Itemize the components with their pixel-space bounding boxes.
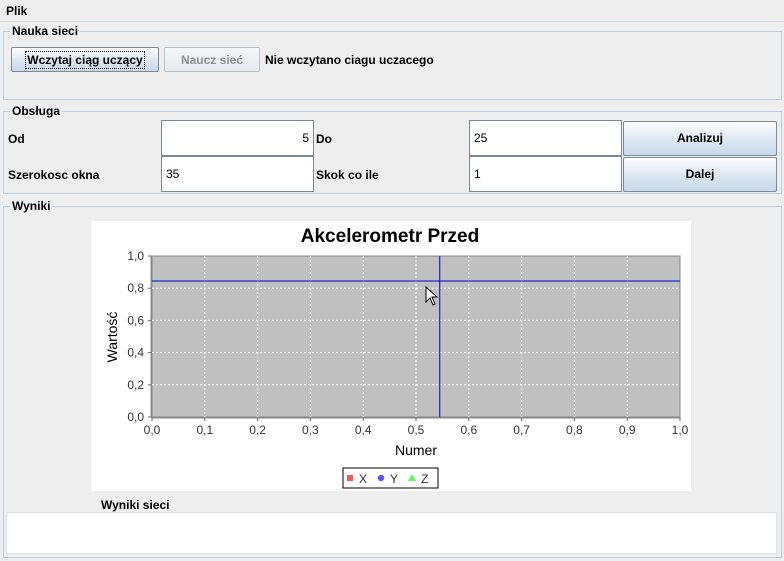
legend-marker-x bbox=[347, 475, 353, 481]
menu-file[interactable]: Plik bbox=[6, 4, 27, 18]
accelerometer-chart[interactable]: Akcelerometr Przed 0,0 0,1 0,2 0,3 0,4 0,5 0,6… bbox=[91, 221, 691, 491]
training-group-title: Nauka sieci bbox=[10, 24, 81, 38]
legend-marker-y bbox=[377, 474, 385, 482]
load-training-set-label: Wczytaj ciąg uczący bbox=[25, 51, 145, 69]
x-tick-label: 1,0 bbox=[672, 423, 689, 437]
to-label: Do bbox=[316, 132, 332, 146]
y-axis-label: Wartość bbox=[104, 312, 120, 363]
network-results-label: Wyniki sieci bbox=[101, 498, 170, 512]
next-button[interactable]: Dalej bbox=[623, 157, 777, 192]
mouse-cursor-icon bbox=[425, 286, 439, 306]
y-tick-label: 0,0 bbox=[127, 410, 144, 424]
x-axis-label: Numer bbox=[395, 442, 437, 458]
x-tick-label: 0,3 bbox=[302, 423, 319, 437]
x-tick-label: 0,9 bbox=[619, 423, 636, 437]
y-tick-label: 0,8 bbox=[127, 281, 144, 295]
controls-group-title: Obsługa bbox=[10, 104, 63, 118]
analyze-button[interactable]: Analizuj bbox=[623, 121, 777, 156]
y-tick-label: 0,2 bbox=[127, 378, 144, 392]
y-tick-label: 1,0 bbox=[127, 249, 144, 263]
training-status: Nie wczytano ciagu uczacego bbox=[265, 53, 434, 67]
chart-panel[interactable]: Akcelerometr Przed 0,0 0,1 0,2 0,3 0,4 0,5 0,6… bbox=[91, 221, 691, 491]
x-tick-label: 0,7 bbox=[513, 423, 530, 437]
load-training-set-button[interactable]: Wczytaj ciąg uczący bbox=[11, 47, 159, 72]
x-tick-label: 0,4 bbox=[355, 423, 372, 437]
to-input[interactable]: 25 bbox=[469, 120, 622, 156]
legend-label-z: Z bbox=[421, 472, 428, 486]
train-network-button[interactable]: Naucz sieć bbox=[164, 47, 260, 72]
x-tick-label: 0,0 bbox=[144, 423, 161, 437]
legend-label-x: X bbox=[359, 472, 367, 486]
analyze-label: Analizuj bbox=[676, 131, 723, 145]
x-tick-label: 0,2 bbox=[249, 423, 266, 437]
next-label: Dalej bbox=[685, 167, 715, 181]
results-group-title: Wyniki bbox=[10, 199, 53, 213]
step-label: Skok co ile bbox=[316, 168, 379, 182]
train-network-label: Naucz sieć bbox=[180, 53, 244, 67]
chart-title: Akcelerometr Przed bbox=[301, 226, 479, 247]
window-width-label: Szerokosc okna bbox=[8, 168, 100, 182]
y-tick-label: 0,4 bbox=[127, 346, 144, 360]
x-tick-label: 0,6 bbox=[460, 423, 477, 437]
network-results-area[interactable] bbox=[6, 512, 777, 554]
legend-label-y: Y bbox=[390, 472, 398, 486]
x-tick-label: 0,8 bbox=[566, 423, 583, 437]
window-width-input[interactable]: 35 bbox=[161, 156, 314, 192]
x-tick-label: 0,5 bbox=[408, 423, 425, 437]
legend: X Y Z bbox=[342, 467, 439, 489]
step-input[interactable]: 1 bbox=[469, 156, 622, 192]
y-tick-label: 0,6 bbox=[127, 313, 144, 327]
x-tick-label: 0,1 bbox=[196, 423, 213, 437]
menu-bar: Plik bbox=[0, 0, 784, 22]
from-label: Od bbox=[8, 132, 25, 146]
from-input[interactable]: 5 bbox=[161, 120, 314, 156]
